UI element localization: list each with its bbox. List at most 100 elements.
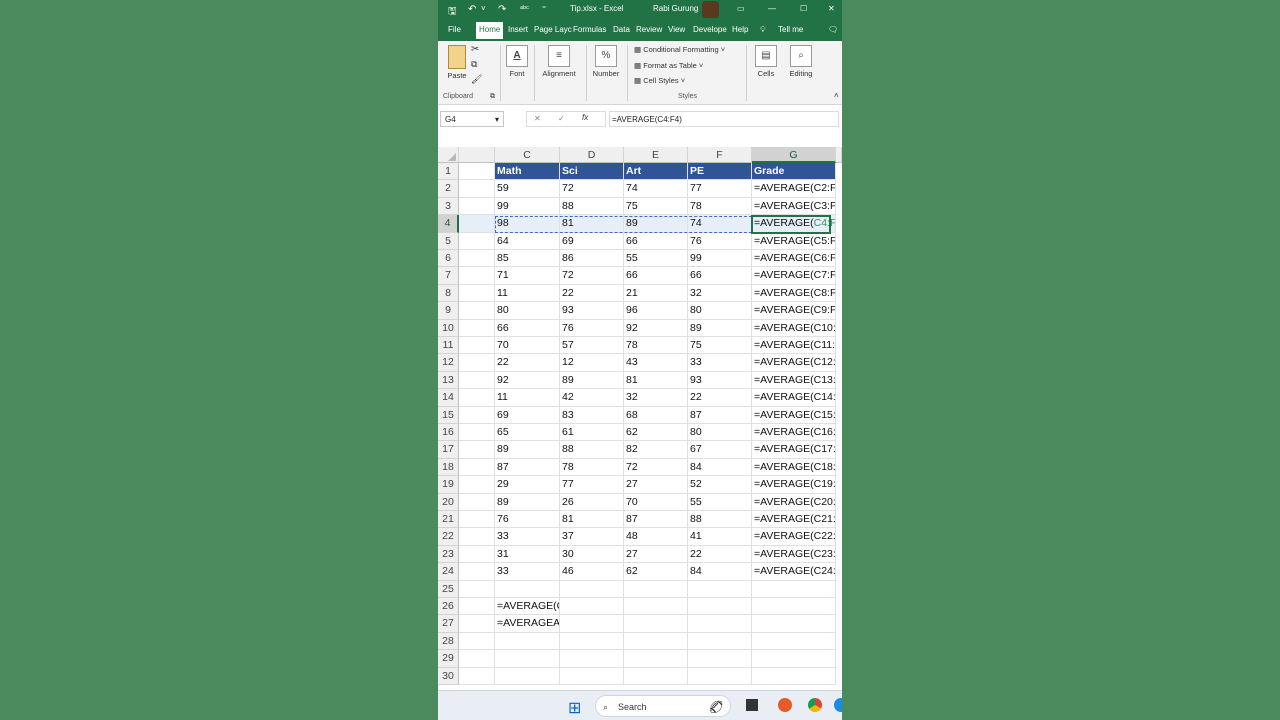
score-cell[interactable]: [688, 615, 752, 633]
score-cell[interactable]: 31: [495, 545, 560, 564]
score-cell[interactable]: 29: [495, 476, 560, 494]
score-cell[interactable]: 57: [560, 337, 624, 355]
grade-cell[interactable]: =AVERAGE(C6:F6: [752, 250, 836, 268]
copy-icon[interactable]: ⧉: [471, 59, 477, 70]
score-cell[interactable]: 78: [624, 337, 688, 355]
row-number[interactable]: 2: [438, 180, 459, 198]
column-header-f[interactable]: F: [688, 147, 752, 163]
score-cell[interactable]: 21: [624, 284, 688, 303]
close-button[interactable]: ✕: [828, 4, 835, 13]
row-number[interactable]: 25: [438, 580, 459, 598]
score-cell[interactable]: 22: [688, 545, 752, 564]
grade-cell[interactable]: [752, 650, 836, 668]
row-number[interactable]: 27: [438, 615, 459, 633]
score-cell[interactable]: 64: [495, 232, 560, 250]
maximize-button[interactable]: ☐: [800, 4, 807, 13]
format-painter-icon[interactable]: 🖌︎: [471, 74, 482, 85]
score-cell[interactable]: 78: [560, 458, 624, 477]
score-cell[interactable]: [624, 615, 688, 633]
cell[interactable]: [459, 302, 495, 320]
score-cell[interactable]: 86: [560, 250, 624, 268]
grade-cell[interactable]: =AVERAGE(C4:F4: [752, 215, 836, 233]
cell[interactable]: [459, 319, 495, 337]
minimize-button[interactable]: —: [768, 4, 776, 13]
editing-button[interactable]: ⌕ Editing: [786, 45, 816, 78]
task-view-icon[interactable]: [746, 699, 758, 711]
score-cell[interactable]: 22: [560, 284, 624, 303]
grade-cell[interactable]: [752, 632, 836, 651]
tab-data[interactable]: Data: [613, 25, 630, 34]
cell-styles-button[interactable]: ▦ Cell Styles ˅: [634, 76, 685, 85]
score-cell[interactable]: 80: [495, 302, 560, 320]
tab-developer[interactable]: Develope: [693, 25, 727, 34]
score-cell[interactable]: 89: [495, 493, 560, 511]
ribbon-display-options-icon[interactable]: ▭: [737, 4, 745, 13]
avatar[interactable]: [702, 1, 719, 18]
score-cell[interactable]: 74: [688, 215, 752, 233]
row-number[interactable]: 5: [438, 232, 459, 250]
row-number[interactable]: 12: [438, 354, 459, 372]
score-cell[interactable]: 87: [624, 511, 688, 529]
score-cell[interactable]: [624, 667, 688, 685]
score-cell[interactable]: =AVERAGEA: [495, 615, 560, 633]
clipboard-launcher-icon[interactable]: ⧉: [490, 93, 495, 101]
score-cell[interactable]: 27: [624, 476, 688, 494]
score-cell[interactable]: [688, 650, 752, 668]
score-cell[interactable]: 77: [560, 476, 624, 494]
score-cell[interactable]: [688, 598, 752, 616]
score-cell[interactable]: [495, 667, 560, 685]
score-cell[interactable]: [560, 615, 624, 633]
score-cell[interactable]: 66: [688, 267, 752, 285]
grade-cell[interactable]: =AVERAGE(C11:F: [752, 337, 836, 355]
grade-cell[interactable]: =AVERAGE(C15:F: [752, 406, 836, 424]
score-cell[interactable]: =AVERAGE(C: [495, 598, 560, 616]
cell[interactable]: [459, 284, 495, 303]
score-cell[interactable]: 72: [624, 458, 688, 477]
score-cell[interactable]: 83: [560, 406, 624, 424]
customize-quick-access-icon[interactable]: ⁼: [542, 4, 546, 13]
spellcheck-icon[interactable]: ᵃᵇᶜ: [520, 4, 529, 13]
score-cell[interactable]: 55: [624, 250, 688, 268]
row-number[interactable]: 30: [438, 667, 459, 685]
score-cell[interactable]: 59: [495, 180, 560, 198]
score-cell[interactable]: 70: [495, 337, 560, 355]
score-cell[interactable]: [495, 632, 560, 651]
row-number[interactable]: 21: [438, 511, 459, 529]
header-cell[interactable]: Grade: [752, 163, 836, 181]
cell[interactable]: [459, 580, 495, 598]
grade-cell[interactable]: =AVERAGE(C5:F5: [752, 232, 836, 250]
score-cell[interactable]: 72: [560, 267, 624, 285]
score-cell[interactable]: 11: [495, 284, 560, 303]
cell[interactable]: [459, 250, 495, 268]
formula-input[interactable]: =AVERAGE(C4:F4): [609, 111, 839, 127]
score-cell[interactable]: 82: [624, 441, 688, 459]
score-cell[interactable]: 22: [495, 354, 560, 372]
grade-cell[interactable]: =AVERAGE(C7:F7: [752, 267, 836, 285]
header-cell[interactable]: PE: [688, 163, 752, 181]
score-cell[interactable]: 89: [560, 371, 624, 390]
cell[interactable]: [459, 632, 495, 651]
score-cell[interactable]: 96: [624, 302, 688, 320]
score-cell[interactable]: 26: [560, 493, 624, 511]
grade-cell[interactable]: =AVERAGE(C3:F3: [752, 197, 836, 216]
score-cell[interactable]: 11: [495, 389, 560, 407]
header-cell[interactable]: Math: [495, 163, 560, 181]
cell[interactable]: [459, 441, 495, 459]
cell[interactable]: [459, 389, 495, 407]
score-cell[interactable]: 81: [624, 371, 688, 390]
score-cell[interactable]: 52: [688, 476, 752, 494]
collapse-ribbon-icon[interactable]: ˄: [834, 91, 839, 100]
score-cell[interactable]: 85: [495, 250, 560, 268]
font-button[interactable]: A Font: [506, 45, 528, 78]
grade-cell[interactable]: =AVERAGE(C12:F: [752, 354, 836, 372]
cell[interactable]: [459, 476, 495, 494]
cell[interactable]: [459, 354, 495, 372]
grade-cell[interactable]: =AVERAGE(C10:F: [752, 319, 836, 337]
score-cell[interactable]: [560, 632, 624, 651]
cell[interactable]: [459, 528, 495, 546]
score-cell[interactable]: 77: [688, 180, 752, 198]
score-cell[interactable]: 84: [688, 458, 752, 477]
cell[interactable]: [459, 180, 495, 198]
grade-cell[interactable]: =AVERAGE(C24:F: [752, 563, 836, 581]
row-number[interactable]: 28: [438, 632, 459, 651]
